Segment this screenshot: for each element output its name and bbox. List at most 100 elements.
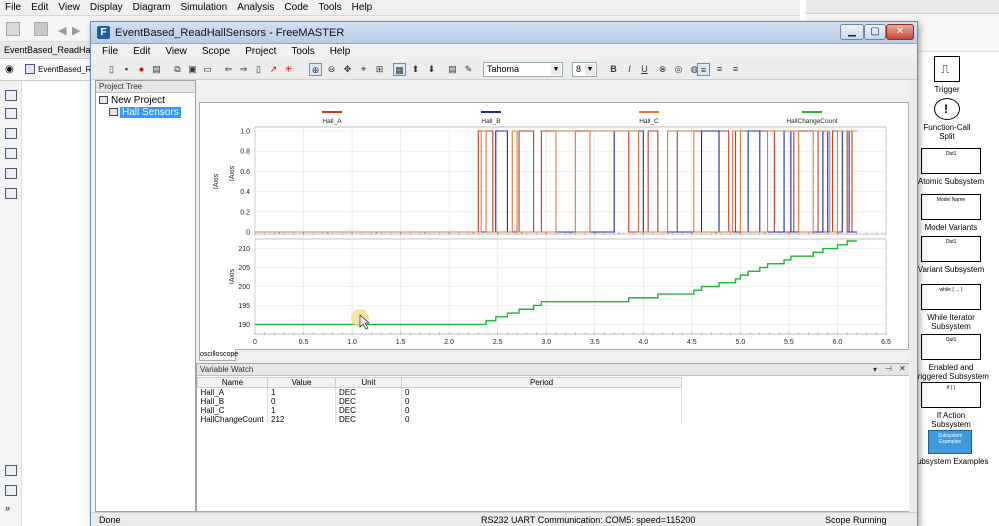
align-center-icon[interactable]: ≡	[713, 63, 726, 76]
options-icon[interactable]: ▤	[150, 63, 163, 76]
print-icon[interactable]: ▭	[201, 63, 214, 76]
column-header-name[interactable]: Name	[197, 377, 268, 388]
close-button[interactable]: ✕	[886, 24, 914, 40]
area-icon[interactable]	[5, 188, 17, 199]
table-row[interactable]: Hall_B 0 DEC 0	[197, 397, 682, 406]
model-browser-icon[interactable]	[5, 485, 17, 496]
library-block-6[interactable]: Out1	[921, 334, 981, 360]
hide-browser-icon[interactable]: ◉	[5, 64, 14, 75]
measure-icon[interactable]: ⌖	[357, 63, 370, 76]
globe-icon[interactable]: ◎	[672, 63, 685, 76]
simulink-menu-analysis[interactable]: Analysis	[232, 0, 279, 13]
zoom-in-icon[interactable]: ⊕	[309, 63, 322, 76]
dock-pin-icon[interactable]: ⊣	[885, 364, 892, 373]
properties-icon[interactable]: ▤	[446, 63, 459, 76]
fit-view-icon[interactable]	[5, 108, 17, 119]
paste-icon[interactable]: ▣	[186, 63, 199, 76]
column-header-value[interactable]: Value	[267, 377, 336, 388]
simulink-forward-icon[interactable]: ▶	[72, 24, 80, 37]
simulink-menu-display[interactable]: Display	[85, 0, 128, 13]
menu-file[interactable]: File	[91, 44, 122, 57]
table-row[interactable]: Hall_A 1 DEC 0	[197, 387, 682, 397]
simulink-menu-file[interactable]: File	[0, 0, 26, 13]
size-combo[interactable]: 8 ▼	[572, 62, 597, 77]
simulink-menu-code[interactable]: Code	[279, 0, 313, 13]
title-bar[interactable]: F EventBased_ReadHallSensors - FreeMASTE…	[91, 22, 917, 44]
library-scrollbar[interactable]	[806, 0, 999, 14]
table-cell: 0	[401, 387, 682, 397]
tab-oscilloscope[interactable]: oscilloscope	[199, 349, 238, 361]
align-right-icon[interactable]: ≡	[729, 63, 742, 76]
minimize-button[interactable]: ▁	[840, 24, 864, 40]
library-block-1[interactable]: !	[934, 98, 960, 120]
menu-scope[interactable]: Scope	[191, 44, 234, 57]
chevron-down-icon[interactable]: ▼	[585, 64, 595, 75]
table-row[interactable]: Hall_C 1 DEC 0	[197, 406, 682, 415]
library-block-0[interactable]: ⎍	[934, 56, 960, 82]
chevron-down-icon[interactable]: ▼	[551, 64, 561, 75]
menu-tools[interactable]: Tools	[280, 44, 318, 57]
simulink-menu-diagram[interactable]: Diagram	[128, 0, 176, 13]
library-block-2[interactable]: Out1	[921, 148, 981, 174]
close-panel-icon[interactable]: ✕	[899, 364, 906, 373]
simulink-menu-simulation[interactable]: Simulation	[175, 0, 232, 13]
back-icon[interactable]: ⇐	[222, 63, 235, 76]
maximize-button[interactable]: ▢	[864, 24, 886, 40]
image-icon[interactable]	[5, 168, 17, 179]
arrow-up-icon[interactable]: ⬆	[409, 63, 422, 76]
page-icon[interactable]: ▯	[252, 63, 265, 76]
align-left-icon[interactable]: ≡	[697, 63, 710, 76]
link-icon[interactable]: ⊗	[656, 63, 669, 76]
menu-project[interactable]: Project	[234, 44, 280, 57]
library-block-5[interactable]: while { ... }	[921, 284, 981, 310]
arrow-icon[interactable]	[5, 128, 17, 139]
library-block-4[interactable]: Out1	[921, 236, 981, 262]
menu-help[interactable]: Help	[319, 44, 355, 57]
table-row[interactable]: HallChangeCount 212 DEC 0	[197, 415, 682, 424]
tree-item-new-project[interactable]: New Project	[111, 95, 165, 106]
simulink-back-icon[interactable]: ◀	[58, 24, 66, 37]
simulink-model-tab[interactable]: EventBased_ReadHallSensors	[0, 42, 90, 59]
variable-icon[interactable]: ✳	[282, 63, 295, 76]
copy-icon[interactable]: ⧉	[171, 63, 184, 76]
column-header-unit[interactable]: Unit	[335, 377, 402, 388]
menu-edit[interactable]: Edit	[122, 44, 154, 57]
menu-view[interactable]: View	[154, 44, 191, 57]
vertical-scrollbar[interactable]	[909, 80, 917, 512]
italic-button[interactable]: I	[623, 63, 636, 76]
grid-icon[interactable]: ▦	[393, 63, 406, 76]
tree-item-hall-sensors[interactable]: Hall Sensors	[120, 107, 181, 118]
pan-icon[interactable]: ✥	[341, 63, 354, 76]
simulink-menu-edit[interactable]: Edit	[26, 0, 53, 13]
zoom-icon[interactable]	[5, 90, 17, 101]
oscilloscope-panel[interactable]: 0 0.5 1.0 1.5 2.0 2.5 3.0 3.5 4.0 4.5 5.0 5.5 6.0 6.5…	[199, 102, 909, 356]
edit-icon[interactable]: ✎	[462, 63, 475, 76]
chart-icon[interactable]: ↗	[267, 63, 280, 76]
column-header-period[interactable]: Period	[401, 377, 682, 388]
forward-icon[interactable]: ⇒	[237, 63, 250, 76]
collapse-icon[interactable]: »	[5, 503, 17, 514]
library-block-7[interactable]: if { }	[921, 382, 981, 408]
simulink-addressbar[interactable]: ◉ EventBased_ReadHallSens	[0, 59, 137, 81]
simulink-menu-help[interactable]: Help	[347, 0, 378, 13]
fit-icon[interactable]: ⊞	[373, 63, 386, 76]
library-block-3[interactable]: Model Name	[921, 194, 981, 220]
simulink-save-icon[interactable]	[34, 22, 48, 36]
underline-button[interactable]: U	[638, 63, 651, 76]
save-icon[interactable]: ▪	[120, 63, 133, 76]
oscilloscope-chart[interactable]: 0 0.5 1.0 1.5 2.0 2.5 3.0 3.5 4.0 4.5 5.0 5.5 6.0 6.5…	[200, 103, 908, 356]
camera-icon[interactable]	[5, 465, 17, 476]
arrow-down-icon[interactable]: ⬇	[425, 63, 438, 76]
zoom-out-icon[interactable]: ⊖	[325, 63, 338, 76]
stop-icon[interactable]: ●	[135, 63, 148, 76]
x-tick-label: 1.0	[347, 339, 357, 346]
font-combo[interactable]: Tahoma ▼	[483, 62, 563, 77]
simulink-toolbar-icon[interactable]	[6, 22, 20, 36]
pin-icon[interactable]: ▾	[873, 365, 877, 374]
new-icon[interactable]: ▯	[105, 63, 118, 76]
annotation-icon[interactable]	[5, 148, 17, 159]
bold-button[interactable]: B	[607, 63, 620, 76]
simulink-menu-tools[interactable]: Tools	[313, 0, 346, 13]
library-block-8[interactable]: Subsystem Examples	[928, 430, 972, 454]
simulink-menu-view[interactable]: View	[53, 0, 85, 13]
